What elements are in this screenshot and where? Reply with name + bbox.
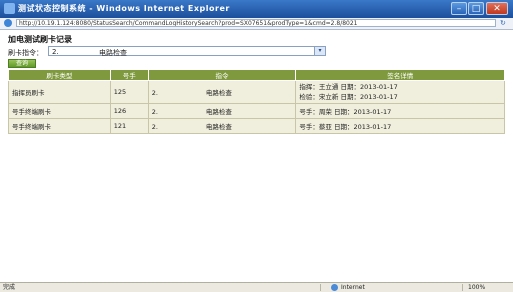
window-titlebar: 测试状态控制系统 - Windows Internet Explorer – □… [0, 0, 513, 18]
refresh-icon[interactable]: ↻ [500, 19, 509, 27]
cell-command: 2. 电路检查 [147, 118, 297, 134]
status-divider [320, 284, 321, 291]
cell-number: 126 [109, 103, 149, 119]
cell-number: 125 [109, 80, 149, 104]
minimize-button[interactable]: – [451, 2, 467, 15]
status-divider [462, 284, 463, 291]
query-button[interactable]: 查询 [8, 59, 36, 68]
col-header-command: 指令 [147, 69, 297, 81]
table-row: 号手终端刷卡 121 2. 电路检查 号手：蔡亚 日期：2013-01-17 [8, 118, 505, 134]
ie-app-icon [4, 3, 15, 14]
command-select[interactable]: 2. 电路检查 ▾ [48, 46, 326, 57]
page-icon [4, 19, 12, 27]
close-button[interactable]: ✕ [486, 2, 508, 15]
col-header-signature: 签名详情 [295, 69, 505, 81]
command-filter-label: 刷卡指令： [8, 49, 43, 57]
table-row: 指挥员刷卡 125 2. 电路检查 指挥：王立通 日期：2013-01-17 检验… [8, 80, 505, 104]
cell-signature: 指挥：王立通 日期：2013-01-17 检验：宋立新 日期：2013-01-1… [295, 80, 505, 104]
command-select-name: 电路检查 [99, 49, 127, 57]
records-table: 刷卡类型 号手 指令 签名详情 指挥员刷卡 125 2. 电路检查 指挥：王立通 … [8, 69, 505, 134]
cell-type: 号手终端刷卡 [8, 118, 111, 134]
cell-number: 121 [109, 118, 149, 134]
col-header-type: 刷卡类型 [8, 69, 111, 81]
globe-icon [331, 284, 338, 291]
page-title: 加电测试刷卡记录 [8, 35, 72, 44]
command-select-code: 2. [52, 48, 59, 56]
cell-signature: 号手：蔡亚 日期：2013-01-17 [295, 118, 505, 134]
table-row: 号手终端刷卡 126 2. 电路检查 号手：周荣 日期：2013-01-17 [8, 103, 505, 119]
cell-command: 2. 电路检查 [147, 80, 297, 104]
window-title: 测试状态控制系统 - Windows Internet Explorer [18, 4, 230, 13]
cell-type: 指挥员刷卡 [8, 80, 111, 104]
cell-signature: 号手：周荣 日期：2013-01-17 [295, 103, 505, 119]
maximize-button[interactable]: □ [468, 2, 484, 15]
address-bar: http://10.19.1.124:8080/StatusSearch/Com… [0, 18, 513, 30]
chevron-down-icon[interactable]: ▾ [314, 47, 325, 55]
cell-command: 2. 电路检查 [147, 103, 297, 119]
col-header-number: 号手 [109, 69, 149, 81]
url-field[interactable]: http://10.19.1.124:8080/StatusSearch/Com… [16, 19, 496, 27]
cell-type: 号手终端刷卡 [8, 103, 111, 119]
